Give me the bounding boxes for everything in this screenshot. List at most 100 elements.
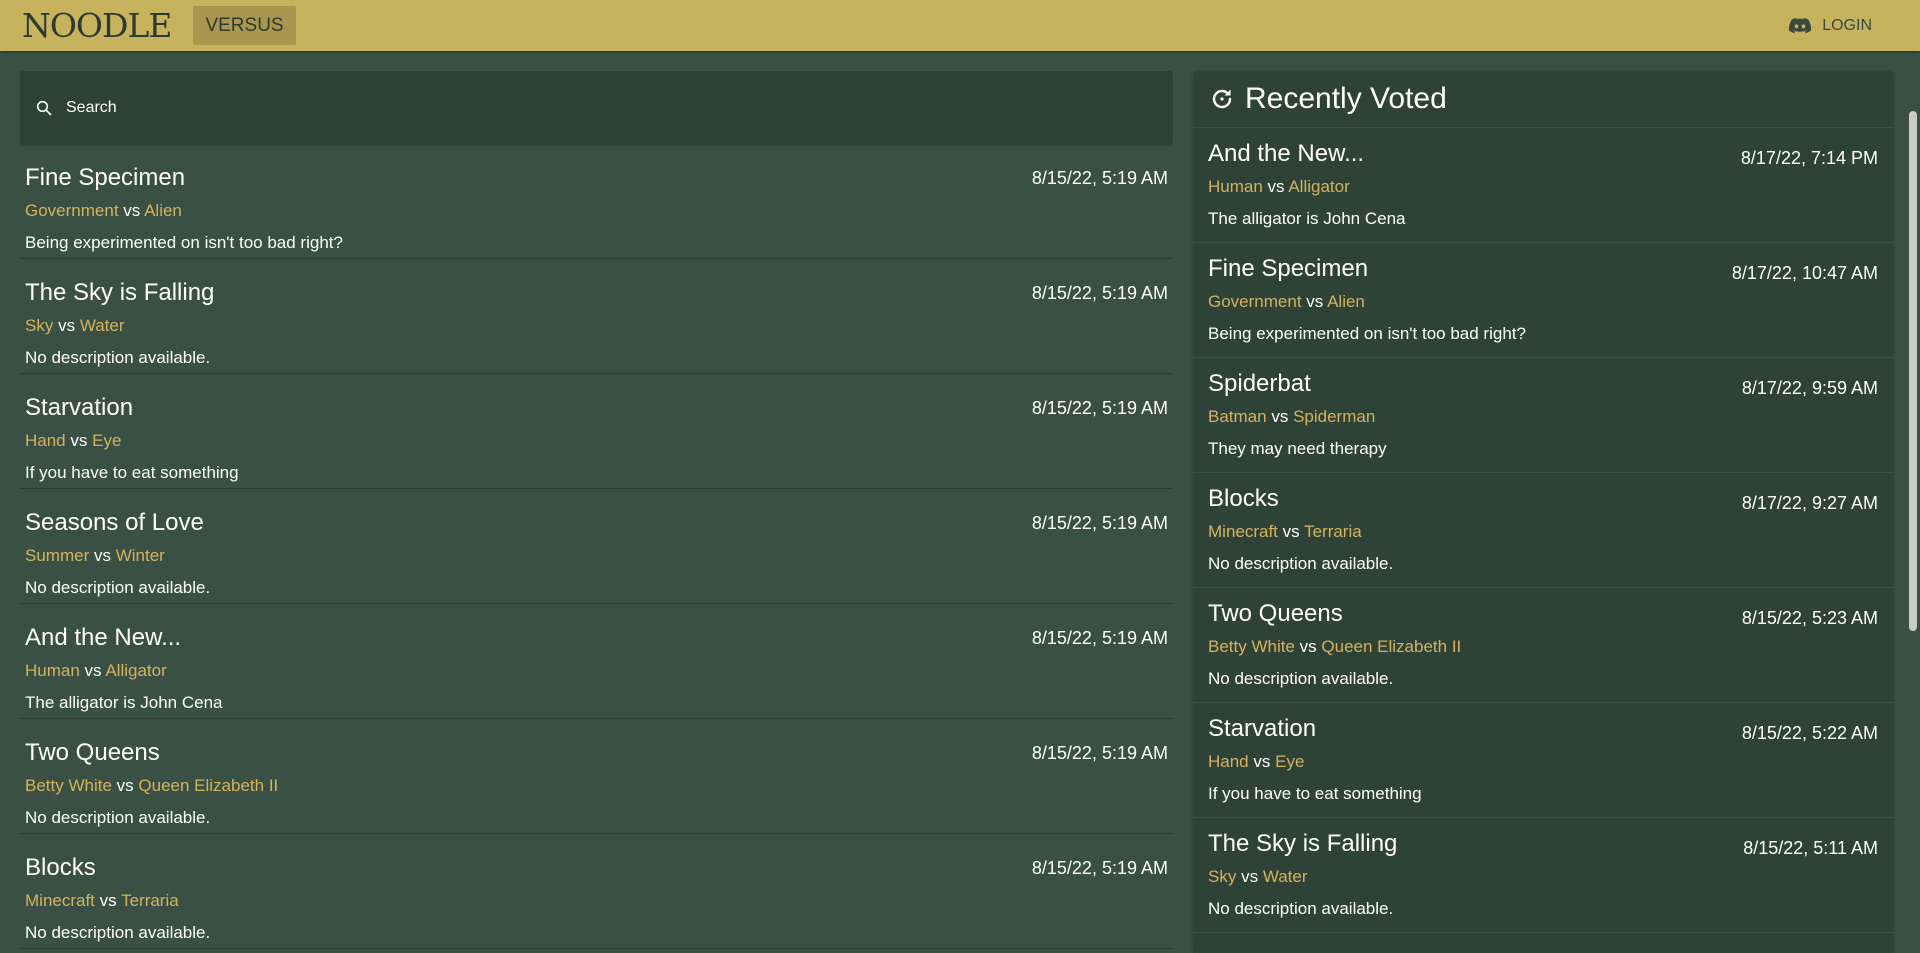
- matchup-description: If you have to eat something: [1208, 784, 1422, 803]
- matchup-card[interactable]: Blocks 8/17/22, 9:27 AM Minecraft vs Terra…: [1193, 473, 1893, 588]
- matchup-description: No description available.: [25, 923, 211, 942]
- matchup-description: Being experimented on isn't too bad righ…: [1208, 324, 1526, 343]
- matchup-card[interactable]: Blocks 8/15/22, 5:19 AM Minecraft vs Terra…: [20, 834, 1173, 949]
- matchup-card[interactable]: And the New... 8/15/22, 5:19 AM Human vs A…: [20, 604, 1173, 719]
- nav-versus-button[interactable]: VERSUS: [193, 6, 296, 45]
- login-label: LOGIN: [1822, 16, 1872, 34]
- matchup-title[interactable]: And the New...: [25, 608, 1168, 654]
- matchup-description: They may need therapy: [1208, 439, 1387, 458]
- main-content: Fine Specimen 8/15/22, 5:19 AM Government …: [0, 51, 1920, 953]
- matchup-description: No description available.: [1208, 669, 1394, 688]
- scrollbar-thumb[interactable]: [1909, 111, 1917, 631]
- search-input[interactable]: [66, 98, 1066, 117]
- matchup-title[interactable]: Starvation: [25, 378, 1168, 424]
- login-button[interactable]: LOGIN: [1788, 0, 1872, 51]
- vs-label: vs: [84, 661, 102, 680]
- option-a[interactable]: Sky: [1208, 867, 1236, 886]
- matchup-date: 8/15/22, 5:19 AM: [1031, 283, 1168, 303]
- matchup-title[interactable]: Fine Specimen: [25, 148, 1168, 194]
- matchup-list: Fine Specimen 8/15/22, 5:19 AM Government …: [20, 144, 1173, 949]
- matchup-title[interactable]: Two Queens: [25, 723, 1168, 769]
- option-a[interactable]: Minecraft: [25, 891, 95, 910]
- matchup-card[interactable]: The Sky is Falling 8/15/22, 5:19 AM Sky vs…: [20, 259, 1173, 374]
- option-b[interactable]: Water: [1263, 867, 1308, 886]
- app-logo[interactable]: NOODLE: [22, 6, 172, 45]
- option-b[interactable]: Water: [80, 316, 125, 335]
- option-b[interactable]: Queen Elizabeth II: [1321, 637, 1461, 656]
- recently-voted-header: Recently Voted: [1193, 71, 1893, 128]
- vs-label: vs: [1241, 867, 1259, 886]
- vs-label: vs: [1299, 637, 1317, 656]
- matchup-versus: Hand vs Eye: [1208, 751, 1878, 773]
- option-a[interactable]: Government: [1208, 292, 1302, 311]
- option-a[interactable]: Hand: [1208, 752, 1249, 771]
- option-a[interactable]: Government: [25, 201, 119, 220]
- matchup-description: No description available.: [25, 808, 211, 827]
- option-b[interactable]: Spiderman: [1293, 407, 1375, 426]
- matchup-card[interactable]: Seasons of Love 8/15/22, 5:19 AM Summer vs…: [20, 489, 1173, 604]
- option-a[interactable]: Batman: [1208, 407, 1267, 426]
- matchup-title[interactable]: Seasons of Love: [25, 493, 1168, 539]
- matchup-card[interactable]: Two Queens 8/15/22, 5:19 AM Betty White vs…: [20, 719, 1173, 834]
- option-a[interactable]: Betty White: [1208, 637, 1295, 656]
- matchup-description: No description available.: [1208, 899, 1394, 918]
- matchup-date: 8/17/22, 9:27 AM: [1741, 493, 1878, 513]
- option-b[interactable]: Winter: [116, 546, 165, 565]
- matchup-versus: Minecraft vs Terraria: [25, 890, 1168, 912]
- matchup-card[interactable]: Starvation 8/15/22, 5:19 AM Hand vs Eye If …: [20, 374, 1173, 489]
- matchup-versus: Government vs Alien: [1208, 291, 1878, 313]
- matchup-date: 8/17/22, 9:59 AM: [1741, 378, 1878, 398]
- matchup-versus: Batman vs Spiderman: [1208, 406, 1878, 428]
- matchup-card[interactable]: Fine Specimen 8/17/22, 10:47 AM Government…: [1193, 243, 1893, 358]
- discord-icon: [1789, 17, 1812, 33]
- matchup-date: 8/15/22, 5:19 AM: [1031, 628, 1168, 648]
- matchup-card[interactable]: Two Queens 8/15/22, 5:23 AM Betty White vs…: [1193, 588, 1893, 703]
- option-a[interactable]: Summer: [25, 546, 89, 565]
- option-b[interactable]: Eye: [1275, 752, 1304, 771]
- option-b[interactable]: Alligator: [1288, 177, 1349, 196]
- matchup-versus: Summer vs Winter: [25, 545, 1168, 567]
- matchup-description: The alligator is John Cena: [25, 693, 223, 712]
- option-a[interactable]: Betty White: [25, 776, 112, 795]
- search-bar[interactable]: [20, 71, 1173, 144]
- option-b[interactable]: Terraria: [1304, 522, 1362, 541]
- search-icon: [36, 100, 52, 115]
- vs-label: vs: [1282, 522, 1300, 541]
- matchup-date: 8/17/22, 10:47 AM: [1731, 263, 1878, 283]
- matchup-versus: Human vs Alligator: [1208, 176, 1878, 198]
- vs-label: vs: [116, 776, 134, 795]
- option-b[interactable]: Alligator: [105, 661, 166, 680]
- matchup-date: 8/17/22, 7:14 PM: [1740, 148, 1878, 168]
- matchup-title[interactable]: Blocks: [25, 838, 1168, 884]
- matchup-date: 8/15/22, 5:19 AM: [1031, 743, 1168, 763]
- matchup-card[interactable]: And the New... 8/17/22, 7:14 PM Human vs A…: [1193, 128, 1893, 243]
- matchup-versus: Government vs Alien: [25, 200, 1168, 222]
- matchup-versus: Hand vs Eye: [25, 430, 1168, 452]
- matchup-title[interactable]: The Sky is Falling: [25, 263, 1168, 309]
- vs-label: vs: [1271, 407, 1289, 426]
- option-b[interactable]: Terraria: [121, 891, 179, 910]
- scrollbar-track[interactable]: [1906, 51, 1920, 953]
- option-a[interactable]: Human: [1208, 177, 1263, 196]
- matchup-description: If you have to eat something: [25, 463, 239, 482]
- vs-label: vs: [70, 431, 88, 450]
- matchup-date: 8/15/22, 5:19 AM: [1031, 858, 1168, 878]
- matchup-versus: Minecraft vs Terraria: [1208, 521, 1878, 543]
- matchup-card[interactable]: Spiderbat 8/17/22, 9:59 AM Batman vs Spide…: [1193, 358, 1893, 473]
- matchup-date: 8/15/22, 5:11 AM: [1743, 838, 1878, 858]
- recently-voted-title: Recently Voted: [1245, 82, 1447, 115]
- option-a[interactable]: Minecraft: [1208, 522, 1278, 541]
- option-b[interactable]: Queen Elizabeth II: [138, 776, 278, 795]
- matchup-card[interactable]: Fine Specimen 8/15/22, 5:19 AM Government …: [20, 144, 1173, 259]
- option-a[interactable]: Hand: [25, 431, 66, 450]
- option-b[interactable]: Alien: [1327, 292, 1365, 311]
- matchup-card[interactable]: Starvation 8/15/22, 5:22 AM Hand vs Eye If …: [1193, 703, 1893, 818]
- matchup-description: No description available.: [25, 348, 211, 367]
- option-b[interactable]: Eye: [92, 431, 121, 450]
- matchup-card[interactable]: The Sky is Falling 8/15/22, 5:11 AM Sky vs…: [1193, 818, 1893, 933]
- matchup-description: Being experimented on isn't too bad righ…: [25, 233, 343, 252]
- option-b[interactable]: Alien: [144, 201, 182, 220]
- option-a[interactable]: Sky: [25, 316, 53, 335]
- refresh-icon: [1212, 89, 1232, 109]
- option-a[interactable]: Human: [25, 661, 80, 680]
